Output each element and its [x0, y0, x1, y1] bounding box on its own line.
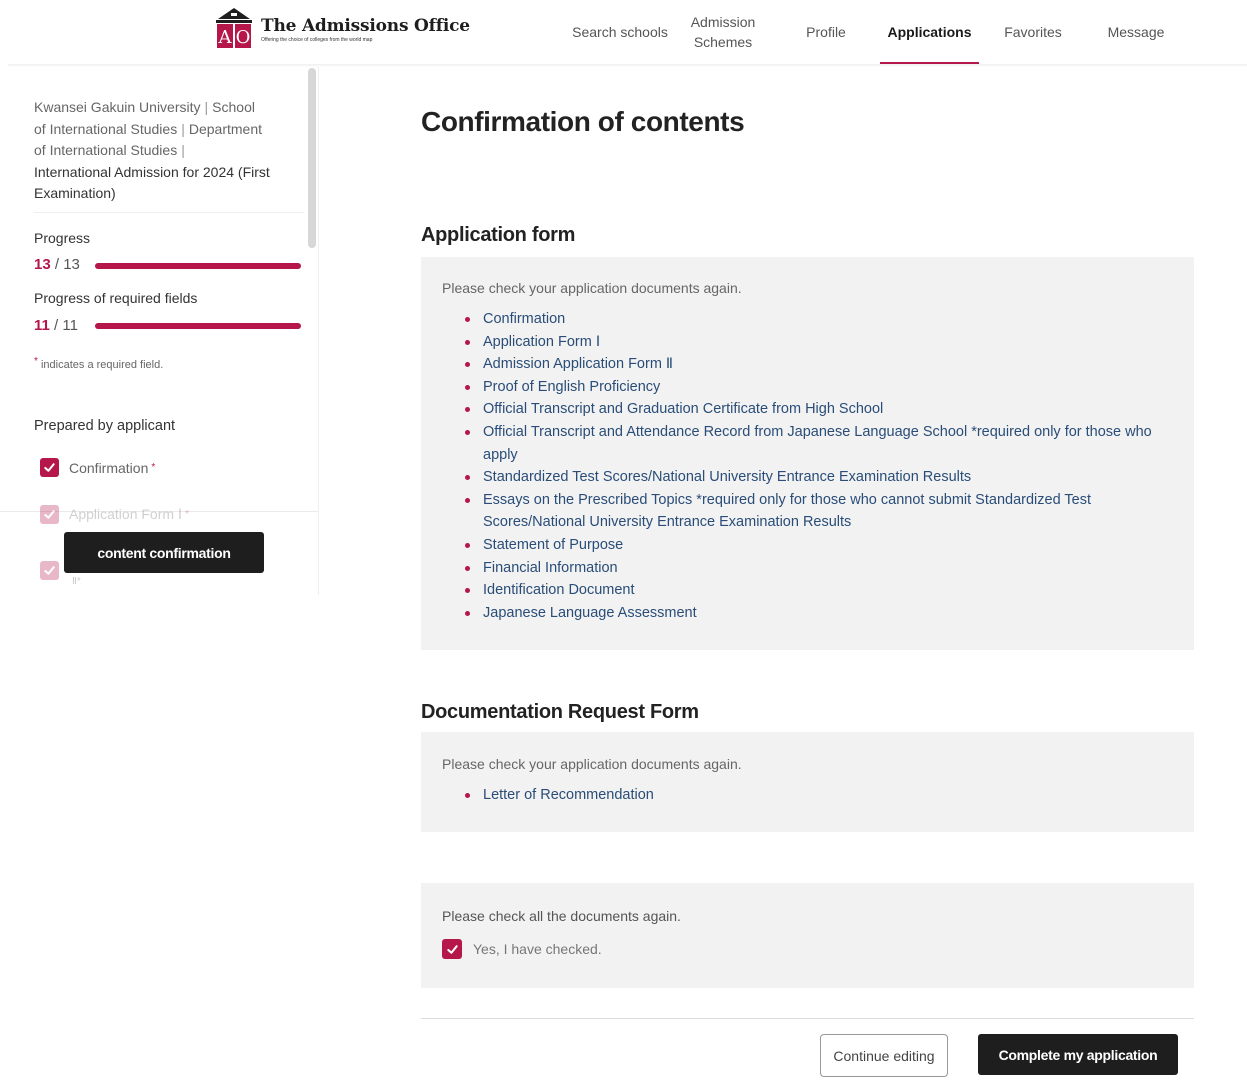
logo-mark-icon: A O	[215, 8, 253, 48]
school-name: of International Studies	[34, 120, 178, 137]
document-link[interactable]: Proof of English Proficiency	[463, 376, 1153, 399]
separator: |	[181, 120, 185, 137]
application-document-list: Confirmation Application Form Ⅰ Admission …	[463, 308, 1153, 624]
required-progress-total: 11	[62, 317, 78, 334]
sidebar-item-label: Confirmation	[69, 459, 149, 476]
required-field-note: * indicates a required field.	[34, 356, 163, 371]
document-link[interactable]: Japanese Language Assessment	[463, 602, 1153, 625]
sidebar-item-label-faded: Ⅱ*	[72, 576, 81, 587]
separator: |	[181, 142, 185, 158]
prepared-by-heading: Prepared by applicant	[34, 418, 176, 434]
required-progress-label: Progress of required fields	[34, 290, 198, 306]
checkbox-checked-icon	[40, 505, 59, 524]
complete-application-button[interactable]: Complete my application	[978, 1034, 1178, 1075]
progress-label: Progress	[34, 230, 91, 246]
document-link[interactable]: Financial Information	[463, 557, 1153, 580]
document-link[interactable]: Letter of Recommendation	[463, 784, 1153, 807]
required-asterisk: *	[151, 462, 156, 473]
progress-count: 13 / 13	[34, 256, 80, 273]
svg-text:O: O	[236, 27, 251, 48]
documentation-request-heading: Documentation Request Form	[421, 701, 699, 723]
logo-subtitle: Offering the choice of colleges from the…	[261, 37, 373, 43]
sidebar-item-application-form-1[interactable]: Application Form Ⅰ *	[40, 505, 189, 524]
sidebar-divider-line	[34, 212, 304, 213]
sidebar-scrollbar[interactable]	[308, 68, 316, 248]
nav-profile[interactable]: Profile	[790, 0, 862, 64]
checkbox-checked-icon	[442, 939, 462, 959]
checkbox-checked-icon	[40, 561, 59, 580]
sidebar-divider	[318, 67, 319, 595]
application-form-panel: Please check your application documents …	[421, 257, 1194, 650]
department-label: Department	[188, 120, 263, 137]
required-asterisk: *	[76, 576, 81, 587]
document-link[interactable]: Confirmation	[463, 308, 1153, 331]
documentation-request-intro: Please check your application documents …	[442, 756, 742, 772]
document-link[interactable]: Official Transcript and Graduation Certi…	[463, 398, 1153, 421]
progress-total: 13	[63, 256, 80, 273]
request-document-list: Letter of Recommendation	[463, 784, 1153, 807]
document-link[interactable]: Statement of Purpose	[463, 534, 1153, 557]
university-name: Kwansei Gakuin University	[34, 99, 201, 115]
progress-slash: /	[50, 256, 64, 273]
sidebar-item-label: Application Form Ⅰ	[69, 506, 183, 522]
site-logo[interactable]: A O The Admissions Office Offering the c…	[215, 8, 470, 48]
required-progress-slash: /	[49, 317, 63, 334]
document-link[interactable]: Official Transcript and Attendance Recor…	[463, 421, 1153, 466]
required-progress-bar	[95, 323, 301, 329]
application-form-intro: Please check your application documents …	[442, 280, 742, 296]
nav-applications[interactable]: Applications	[880, 0, 979, 64]
document-link[interactable]: Standardized Test Scores/National Univer…	[463, 466, 1153, 489]
nav-admission-schemes[interactable]: Admission Schemes	[676, 0, 770, 64]
nav-admission-schemes-line1: Admission	[690, 14, 756, 30]
documentation-request-panel: Please check your application documents …	[421, 732, 1194, 832]
final-check-prompt: Please check all the documents again.	[442, 908, 681, 924]
required-progress-count: 11 / 11	[34, 317, 78, 334]
application-program-name: Kwansei Gakuin University | School of Inte…	[34, 97, 304, 205]
nav-search-schools[interactable]: Search schools	[566, 0, 674, 64]
document-link[interactable]: Admission Application Form Ⅱ	[463, 353, 1153, 376]
nav-favorites[interactable]: Favorites	[994, 0, 1072, 64]
required-asterisk: *	[34, 356, 38, 367]
final-check-panel: Please check all the documents again. Ye…	[421, 883, 1194, 988]
document-link[interactable]: Identification Document	[463, 579, 1153, 602]
document-link[interactable]: Essays on the Prescribed Topics *require…	[463, 489, 1153, 534]
page-title: Confirmation of contents	[421, 106, 745, 137]
progress-done: 13	[34, 256, 51, 273]
nav-applications-label: Applications	[887, 24, 972, 40]
required-progress-done: 11	[34, 317, 50, 334]
progress-bar-fill	[95, 263, 301, 269]
confirm-checked-checkbox[interactable]: Yes, I have checked.	[442, 939, 602, 959]
sidebar-item-confirmation[interactable]: Confirmation *	[40, 458, 155, 477]
progress-bar	[95, 263, 301, 269]
required-progress-bar-fill	[95, 323, 301, 329]
program-name: International Admission for 2024 (First …	[34, 163, 270, 202]
continue-editing-button[interactable]: Continue editing	[820, 1034, 948, 1077]
header-divider	[8, 64, 1247, 67]
document-link[interactable]: Application Form Ⅰ	[463, 331, 1153, 354]
confirm-checked-label: Yes, I have checked.	[473, 941, 602, 957]
nav-message[interactable]: Message	[1098, 0, 1174, 64]
actions-divider	[421, 1018, 1194, 1019]
content-confirmation-tooltip: content confirmation	[64, 532, 264, 573]
required-asterisk: *	[185, 509, 189, 520]
school-label: School	[212, 99, 255, 115]
required-note-text: indicates a required field.	[40, 359, 164, 371]
checkbox-checked-icon	[40, 458, 59, 477]
department-name: of International Studies	[34, 142, 178, 158]
logo-title: The Admissions Office	[261, 16, 470, 36]
nav-admission-schemes-line2: Schemes	[693, 34, 753, 50]
svg-text:A: A	[218, 27, 233, 48]
top-navigation-bar: A O The Admissions Office Offering the c…	[0, 0, 1247, 64]
separator: |	[204, 99, 209, 115]
application-form-heading: Application form	[421, 224, 576, 246]
